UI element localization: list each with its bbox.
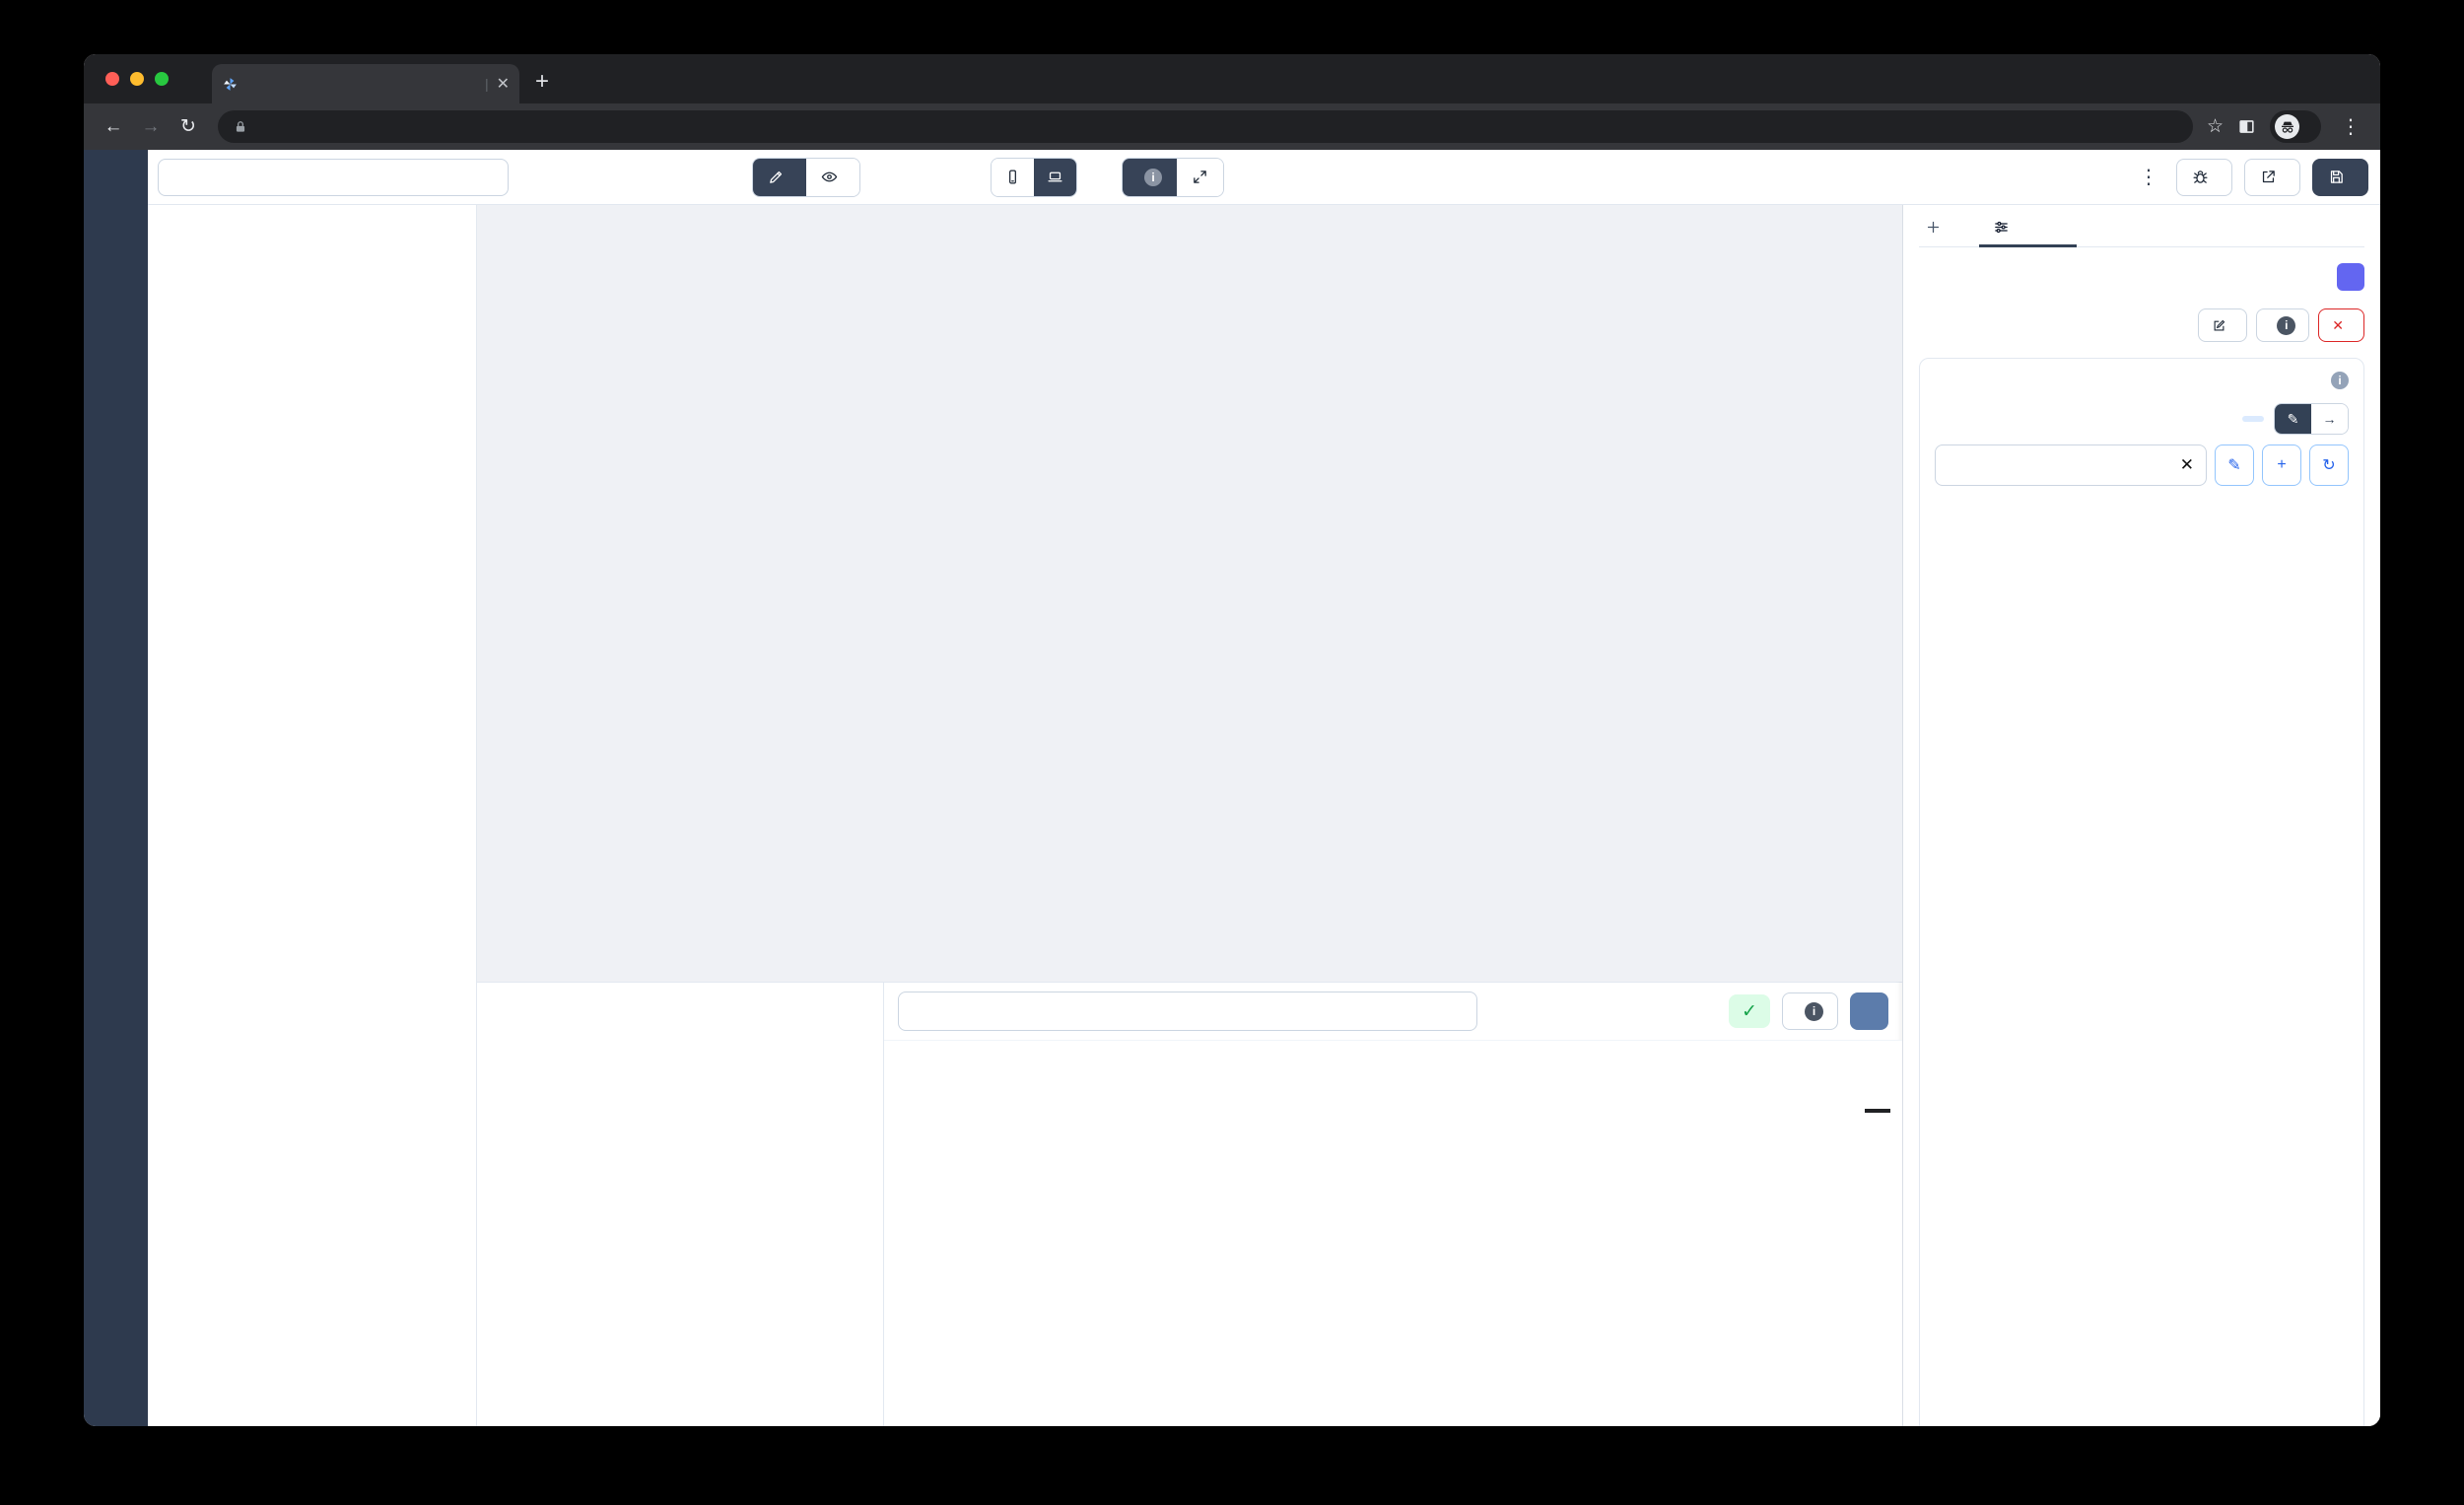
runnable-badge [2337, 263, 2364, 291]
plus-icon [1925, 219, 1942, 236]
detach-button[interactable]: i [2256, 308, 2309, 342]
external-link-icon [2260, 169, 2277, 185]
scripts-panel [477, 983, 884, 1426]
editor-mode-button[interactable] [753, 159, 806, 196]
reload-icon[interactable]: ↻ [172, 115, 204, 138]
laptop-icon [1047, 169, 1063, 185]
format-button[interactable]: i [1782, 992, 1838, 1030]
app-toolbar: i ⋮ [148, 150, 2380, 205]
bookmark-star-icon[interactable]: ☆ [2207, 115, 2224, 138]
code-area[interactable] [884, 1040, 1902, 1426]
lock-icon [234, 120, 247, 134]
info-icon: i [2331, 372, 2349, 389]
browser-menu-icon[interactable]: ⋮ [2335, 114, 2366, 139]
outputs-title [148, 205, 476, 229]
script-name-input[interactable] [898, 992, 1477, 1031]
browser-tab[interactable]: | ✕ [212, 64, 519, 103]
desktop-view-button[interactable] [1034, 159, 1076, 196]
type-badge [2242, 416, 2264, 422]
open-full-editor-button[interactable] [1850, 992, 1888, 1030]
left-icon-rail [84, 150, 148, 1426]
new-tab-icon[interactable]: + [535, 68, 549, 96]
more-menu-icon[interactable]: ⋮ [2133, 165, 2164, 189]
tab-settings[interactable] [1993, 219, 2018, 246]
settings-panel: i ✕ i [1902, 205, 2380, 1426]
close-tab-icon[interactable]: ✕ [497, 74, 510, 94]
save-icon [2328, 169, 2345, 185]
outputs-toggle-button[interactable]: i [1123, 159, 1177, 196]
refresh-resource-button[interactable]: ↻ [2309, 445, 2349, 486]
address-bar[interactable] [218, 110, 2193, 143]
outputs-panel [148, 205, 477, 1426]
incognito-badge [2270, 110, 2321, 143]
clear-button[interactable]: ✕ [2318, 308, 2364, 342]
input-mode-toggle: ✎ → [2274, 403, 2349, 435]
code-editor: ✓ i [884, 983, 1902, 1426]
edit-runnable-button[interactable] [2198, 308, 2247, 342]
pencil-square-icon [2212, 318, 2226, 333]
info-icon: i [1805, 1002, 1823, 1021]
back-icon[interactable]: ← [98, 116, 129, 138]
publish-button[interactable] [2244, 159, 2300, 196]
incognito-icon [2275, 114, 2299, 139]
connect-mode-button[interactable]: → [2311, 404, 2348, 434]
preview-mode-button[interactable] [806, 159, 859, 196]
maximize-window-icon[interactable] [155, 72, 169, 86]
mode-toggle [752, 158, 860, 197]
expand-icon [1192, 169, 1208, 185]
runnable-inputs-card: i ✎ → ✕ [1919, 358, 2364, 1426]
tab-separator: | [485, 76, 489, 92]
phone-icon [1004, 169, 1021, 185]
app-canvas[interactable] [477, 205, 1902, 982]
editor-header: ✓ i [884, 983, 1902, 1040]
panel-tabs [1919, 205, 2364, 247]
x-icon: ✕ [2332, 317, 2344, 334]
mobile-view-button[interactable] [992, 159, 1034, 196]
info-icon: i [2277, 316, 2295, 335]
eye-icon [821, 169, 838, 185]
lint-ok-icon: ✓ [1729, 994, 1770, 1028]
windmill-favicon-icon [222, 76, 239, 93]
add-resource-button[interactable]: + [2262, 445, 2301, 486]
bug-icon [2192, 169, 2209, 185]
info-icon: i [1144, 169, 1162, 186]
fullscreen-button[interactable] [1177, 159, 1223, 196]
minimize-window-icon[interactable] [130, 72, 144, 86]
side-panel-icon[interactable] [2237, 117, 2256, 136]
tab-insert[interactable] [1925, 219, 1950, 246]
debug-runs-button[interactable] [2176, 159, 2232, 196]
close-window-icon[interactable] [105, 72, 119, 86]
browser-tab-strip: | ✕ + [84, 54, 2380, 103]
save-button[interactable] [2312, 159, 2368, 196]
static-mode-button[interactable]: ✎ [2275, 404, 2311, 434]
resource-input[interactable]: ✕ [1935, 445, 2207, 486]
pencil-icon [768, 169, 785, 185]
panel-toggle: i [1122, 158, 1224, 197]
sliders-icon [1993, 219, 2010, 236]
forward-icon[interactable]: → [135, 116, 167, 138]
device-toggle [991, 158, 1077, 197]
clear-resource-icon[interactable]: ✕ [2180, 455, 2194, 475]
edit-resource-button[interactable]: ✎ [2215, 445, 2254, 486]
outputs-list [148, 229, 476, 1426]
traffic-lights[interactable] [105, 72, 169, 86]
browser-window: | ✕ + ← → ↻ ☆ ⋮ [84, 54, 2380, 1426]
editor-scrollbar[interactable] [1865, 1109, 1890, 1113]
app-name-input[interactable] [158, 159, 509, 196]
browser-url-bar: ← → ↻ ☆ ⋮ [84, 103, 2380, 150]
